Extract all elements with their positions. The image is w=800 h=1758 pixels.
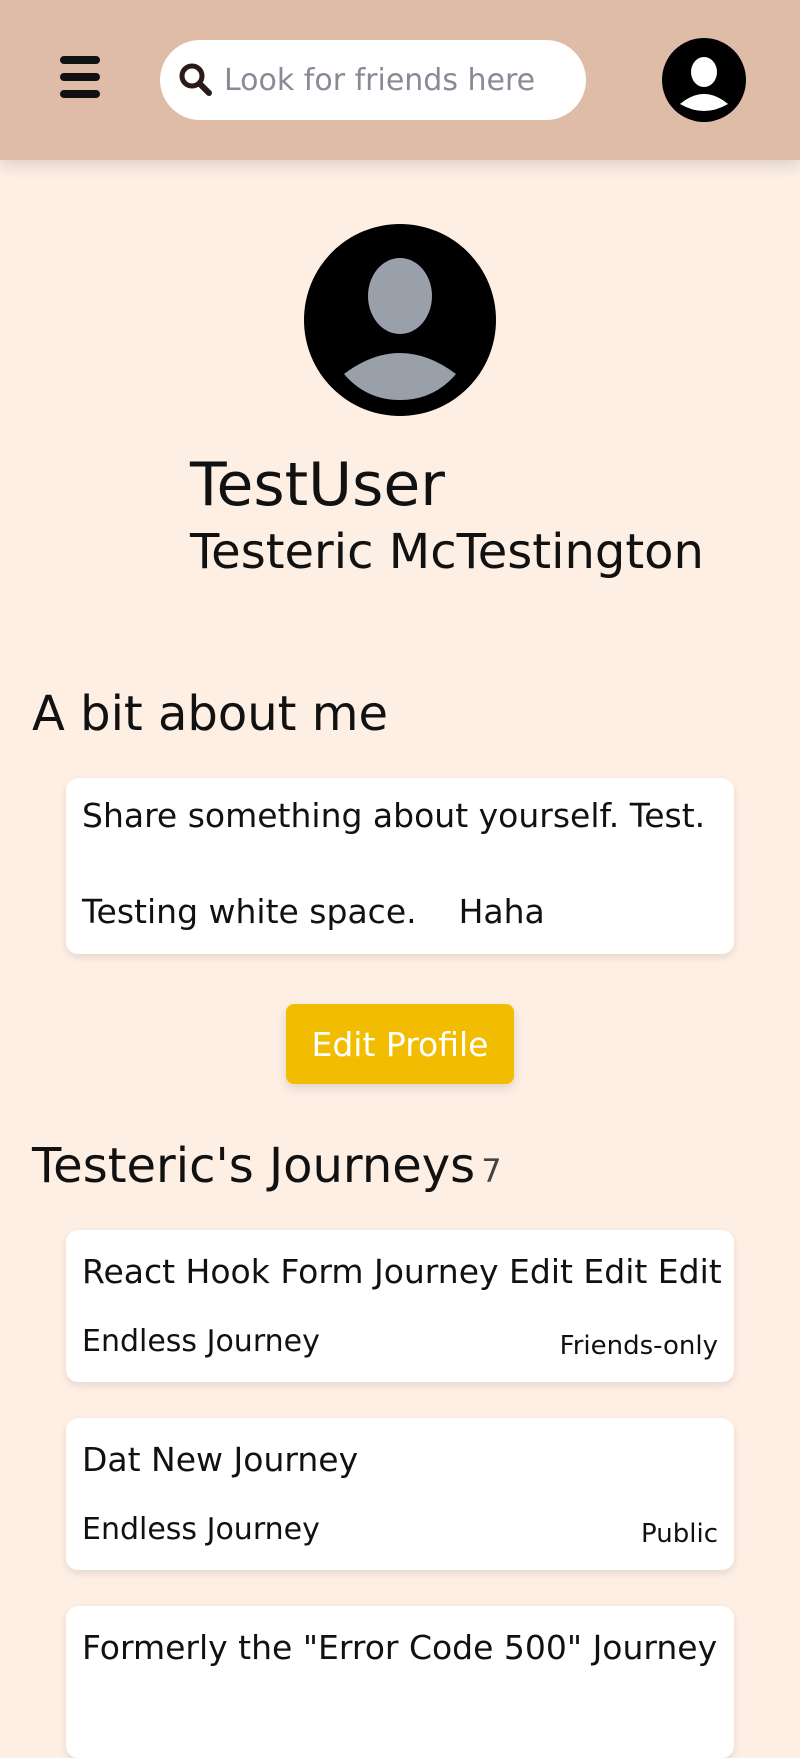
about-text-line: Share something about yourself. Test. bbox=[82, 796, 706, 835]
friend-search-bar[interactable] bbox=[160, 40, 586, 120]
journey-card[interactable]: React Hook Form Journey Edit Edit Edit E… bbox=[66, 1230, 734, 1382]
journey-card[interactable]: Formerly the "Error Code 500" Journey bbox=[66, 1606, 734, 1758]
about-text-line: Testing white space. Haha bbox=[82, 892, 545, 931]
search-input[interactable] bbox=[224, 62, 564, 98]
about-card: Share something about yourself. Test. Te… bbox=[66, 778, 734, 954]
hamburger-menu-icon[interactable] bbox=[54, 56, 106, 104]
profile-full-name: Testeric McTestington bbox=[190, 524, 704, 580]
journey-type: Endless Journey bbox=[82, 1512, 320, 1547]
profile-username: TestUser bbox=[190, 450, 445, 520]
journey-card[interactable]: Dat New Journey Endless Journey Public bbox=[66, 1418, 734, 1570]
journeys-heading: Testeric's Journeys 7 bbox=[32, 1136, 502, 1201]
top-nav-bar bbox=[0, 0, 800, 160]
user-avatar-icon[interactable] bbox=[662, 38, 746, 122]
journey-type: Endless Journey bbox=[82, 1324, 320, 1359]
journey-visibility: Friends-only bbox=[559, 1331, 718, 1361]
journey-title: Dat New Journey bbox=[82, 1440, 359, 1479]
search-icon bbox=[179, 63, 212, 96]
journeys-heading-text: Testeric's Journeys bbox=[32, 1138, 476, 1194]
journey-title: React Hook Form Journey Edit Edit Edit bbox=[82, 1252, 722, 1291]
profile-avatar bbox=[304, 224, 496, 416]
edit-profile-button[interactable]: Edit Profile bbox=[286, 1004, 514, 1084]
journey-visibility: Public bbox=[641, 1519, 718, 1549]
journey-title: Formerly the "Error Code 500" Journey bbox=[82, 1628, 718, 1667]
about-heading: A bit about me bbox=[32, 686, 389, 742]
journeys-count: 7 bbox=[481, 1152, 502, 1190]
